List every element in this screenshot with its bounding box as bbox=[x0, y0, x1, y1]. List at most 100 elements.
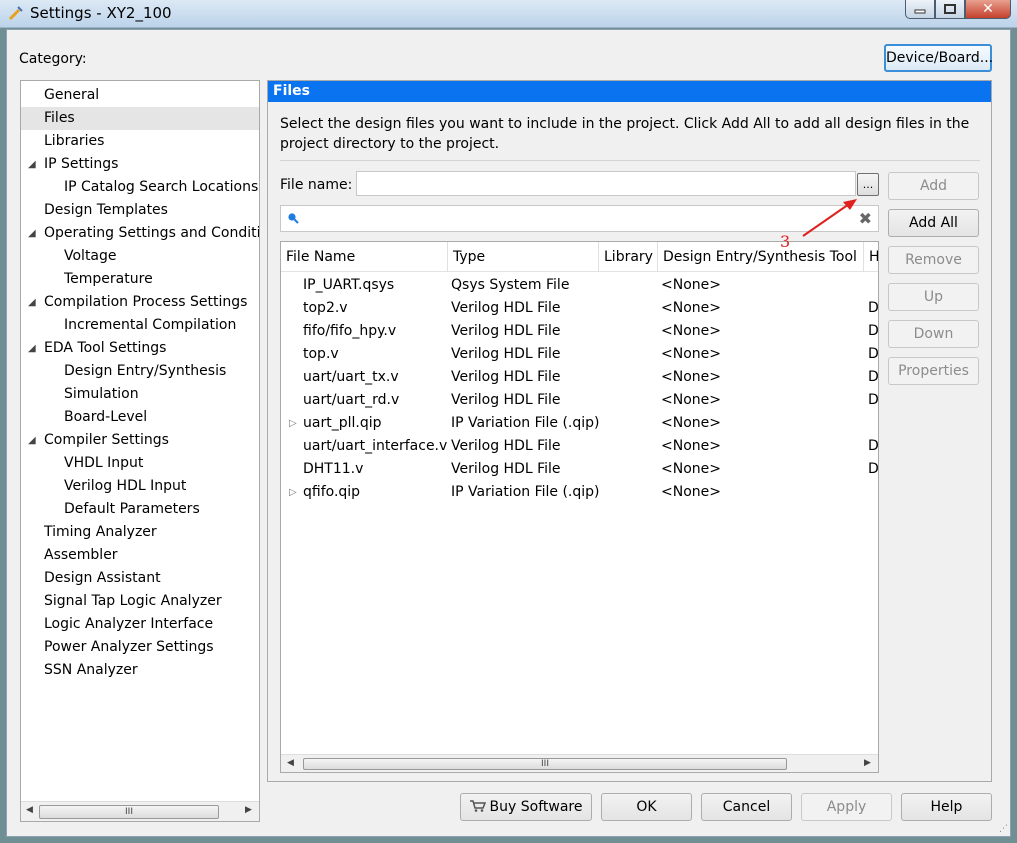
tree-item[interactable]: Temperature bbox=[21, 268, 259, 291]
device-board-button[interactable]: Device/Board... bbox=[884, 44, 993, 72]
cell-tool: <None> bbox=[661, 438, 721, 454]
panel-header: Files bbox=[268, 81, 991, 102]
column-header-type[interactable]: Type bbox=[448, 242, 599, 272]
tree-item[interactable]: Design Entry/Synthesis bbox=[21, 360, 259, 383]
down-button[interactable]: Down bbox=[888, 320, 979, 348]
collapse-arrow-icon[interactable]: ◢ bbox=[28, 222, 36, 245]
tree-item[interactable]: Power Analyzer Settings bbox=[21, 636, 259, 659]
tree-item-label: Verilog HDL Input bbox=[64, 478, 187, 494]
minimize-icon bbox=[914, 9, 926, 14]
resize-grip-icon[interactable]: ⋰ bbox=[999, 824, 1008, 834]
collapse-arrow-icon[interactable]: ◢ bbox=[28, 429, 36, 452]
tree-item[interactable]: General bbox=[21, 84, 259, 107]
apply-button[interactable]: Apply bbox=[801, 793, 892, 821]
maximize-button[interactable] bbox=[935, 0, 965, 19]
tree-horizontal-scrollbar[interactable]: ◀ III ▶ bbox=[21, 801, 259, 821]
tree-item[interactable]: ◢ Compilation Process Settings bbox=[21, 291, 259, 314]
tree-item[interactable]: Files bbox=[21, 107, 259, 130]
tree-item[interactable]: Simulation bbox=[21, 383, 259, 406]
tree-item[interactable]: ◢ Compiler Settings bbox=[21, 429, 259, 452]
tree-item[interactable]: Logic Analyzer Interface bbox=[21, 613, 259, 636]
window-controls: ✕ bbox=[905, 0, 1011, 20]
collapse-arrow-icon[interactable]: ◢ bbox=[28, 153, 36, 176]
table-row[interactable]: IP_UART.qsys Qsys System File <None> bbox=[281, 274, 878, 297]
scroll-right-icon[interactable]: ▶ bbox=[864, 758, 871, 768]
column-header-library[interactable]: Library bbox=[599, 242, 658, 272]
cell-type: Verilog HDL File bbox=[451, 369, 561, 385]
table-row[interactable]: top2.v Verilog HDL File <None> De bbox=[281, 297, 878, 320]
browse-button[interactable]: ... bbox=[857, 173, 879, 196]
scroll-left-icon[interactable]: ◀ bbox=[287, 758, 294, 768]
collapse-arrow-icon[interactable]: ◢ bbox=[28, 337, 36, 360]
table-horizontal-scrollbar[interactable]: ◀ III ▶ bbox=[281, 754, 878, 772]
tree-item[interactable]: Libraries bbox=[21, 130, 259, 153]
settings-app-icon bbox=[8, 6, 23, 21]
scroll-thumb[interactable]: III bbox=[303, 758, 787, 770]
remove-button[interactable]: Remove bbox=[888, 246, 979, 274]
tree-item-label: Design Assistant bbox=[44, 570, 161, 586]
category-tree: General Files Libraries ◢ IP Settings IP Cata… bbox=[20, 80, 260, 822]
tree-item[interactable]: ◢ IP Settings bbox=[21, 153, 259, 176]
tree-item[interactable]: Incremental Compilation bbox=[21, 314, 259, 337]
buy-software-button[interactable]: Buy Software bbox=[460, 793, 592, 821]
tree-item[interactable]: Assembler bbox=[21, 544, 259, 567]
tree-item[interactable]: Verilog HDL Input bbox=[21, 475, 259, 498]
expand-arrow-icon[interactable]: ▷ bbox=[289, 412, 297, 435]
scroll-right-icon[interactable]: ▶ bbox=[245, 805, 252, 815]
tree-item-label: VHDL Input bbox=[64, 455, 144, 471]
tree-item-label: Signal Tap Logic Analyzer bbox=[44, 593, 222, 609]
tree-item-label: Temperature bbox=[64, 271, 153, 287]
add-all-button[interactable]: Add All bbox=[888, 209, 979, 237]
column-header-file-name[interactable]: File Name bbox=[281, 242, 448, 272]
tree-item[interactable]: SSN Analyzer bbox=[21, 659, 259, 682]
scroll-left-icon[interactable]: ◀ bbox=[26, 805, 33, 815]
title-bar: Settings - XY2_100 ✕ bbox=[0, 0, 1017, 28]
up-button[interactable]: Up bbox=[888, 283, 979, 311]
cell-file-name: fifo/fifo_hpy.v bbox=[303, 323, 397, 339]
tree-item[interactable]: Design Assistant bbox=[21, 567, 259, 590]
tree-item[interactable]: VHDL Input bbox=[21, 452, 259, 475]
tree-item[interactable]: Default Parameters bbox=[21, 498, 259, 521]
table-row[interactable]: DHT11.v Verilog HDL File <None> De bbox=[281, 458, 878, 481]
tree-item[interactable]: Timing Analyzer bbox=[21, 521, 259, 544]
tree-item[interactable]: ◢ EDA Tool Settings bbox=[21, 337, 259, 360]
table-row[interactable]: top.v Verilog HDL File <None> De bbox=[281, 343, 878, 366]
tree-item-label: IP Settings bbox=[44, 156, 119, 172]
table-row[interactable]: fifo/fifo_hpy.v Verilog HDL File <None> De bbox=[281, 320, 878, 343]
add-button[interactable]: Add bbox=[888, 172, 979, 200]
cell-tool: <None> bbox=[661, 484, 721, 500]
cell-file-name: DHT11.v bbox=[303, 461, 364, 477]
tree-item[interactable]: IP Catalog Search Locations bbox=[21, 176, 259, 199]
file-name-input[interactable] bbox=[356, 171, 856, 196]
cell-type: Qsys System File bbox=[451, 277, 570, 293]
cell-type: Verilog HDL File bbox=[451, 346, 561, 362]
cell-tool: <None> bbox=[661, 415, 721, 431]
table-row[interactable]: uart/uart_interface.v Verilog HDL File <No… bbox=[281, 435, 879, 458]
help-button[interactable]: Help bbox=[901, 793, 992, 821]
scroll-thumb[interactable]: III bbox=[39, 805, 219, 819]
table-row[interactable]: uart/uart_tx.v Verilog HDL File <None> De bbox=[281, 366, 878, 389]
tree-item-label: Simulation bbox=[64, 386, 139, 402]
ok-button[interactable]: OK bbox=[601, 793, 692, 821]
table-row[interactable]: uart/uart_rd.v Verilog HDL File <None> De bbox=[281, 389, 878, 412]
collapse-arrow-icon[interactable]: ◢ bbox=[28, 291, 36, 314]
tree-item[interactable]: Design Templates bbox=[21, 199, 259, 222]
table-row[interactable]: ▷ qfifo.qip IP Variation File (.qip) <None> bbox=[281, 481, 878, 504]
settings-dialog: Category: Device/Board... General Files Li… bbox=[6, 29, 1011, 837]
cell-type: Verilog HDL File bbox=[451, 323, 561, 339]
panel-description: Select the design files you want to incl… bbox=[280, 116, 970, 152]
properties-button[interactable]: Properties bbox=[888, 357, 979, 385]
cancel-button[interactable]: Cancel bbox=[701, 793, 792, 821]
tree-item[interactable]: Voltage bbox=[21, 245, 259, 268]
table-row[interactable]: ▷ uart_pll.qip IP Variation File (.qip) <No… bbox=[281, 412, 878, 435]
cell-tool: <None> bbox=[661, 277, 721, 293]
tree-item[interactable]: ◢ Operating Settings and Conditic bbox=[21, 222, 259, 245]
cell-hdl: De bbox=[868, 438, 879, 454]
window-title: Settings - XY2_100 bbox=[30, 4, 172, 22]
tree-item[interactable]: Signal Tap Logic Analyzer bbox=[21, 590, 259, 613]
expand-arrow-icon[interactable]: ▷ bbox=[289, 481, 297, 504]
minimize-button[interactable] bbox=[905, 0, 935, 19]
tree-item[interactable]: Board-Level bbox=[21, 406, 259, 429]
close-button[interactable]: ✕ bbox=[965, 0, 1011, 19]
cell-file-name: top.v bbox=[303, 346, 339, 362]
